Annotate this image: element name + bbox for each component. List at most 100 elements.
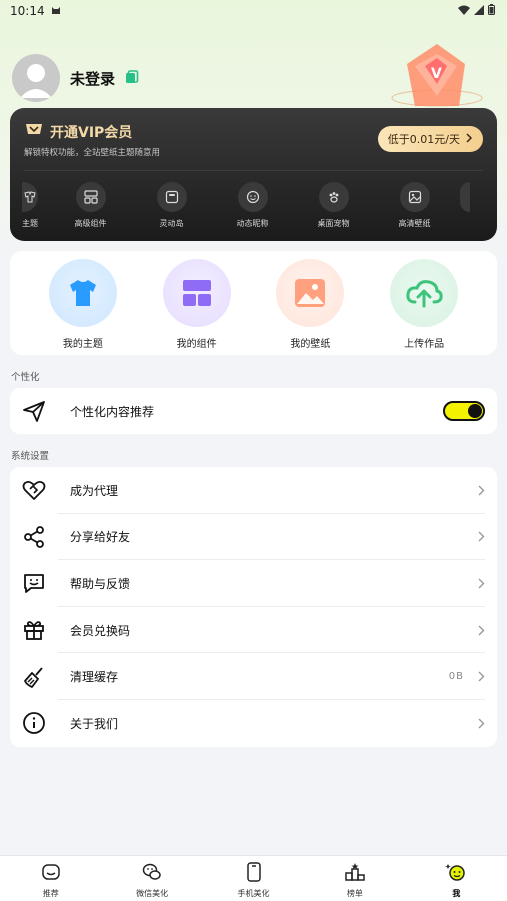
row-label: 帮助与反馈 [70,576,131,591]
vip-title: 开通VIP会员 [50,125,133,141]
home-smile-icon [41,862,61,886]
vip-feature-label: 主题 [22,219,38,228]
system-settings-card: 成为代理 分享给好友 帮助与反馈 会员兑换码 清理缓存 0B 关于我们 [10,467,497,747]
vip-feature-nickname[interactable]: 动态昵称 [212,182,293,234]
clear-cache-row[interactable]: 清理缓存 0B [10,653,497,700]
paw-icon [318,182,349,212]
vip-feature-label: 高清壁纸 [398,219,431,228]
share-friends-row[interactable]: 分享给好友 [10,514,497,561]
copy-icon[interactable] [125,69,139,88]
vip-feature-label: 高级组件 [74,219,107,228]
personalization-section-title: 个性化 [11,372,40,383]
my-wallpapers-label: 我的壁纸 [290,339,331,350]
image-icon [399,182,430,212]
vip-feature-theme[interactable]: 主题 [10,182,50,234]
my-works-panel: 我的主题 我的组件 我的壁纸 上传作品 [10,251,497,355]
tshirt-icon [48,259,117,327]
vip-feature-label: 桌面宠物 [317,219,350,228]
system-section-title: 系统设置 [11,451,50,462]
info-icon [22,711,46,735]
vip-feature-pet[interactable]: 桌面宠物 [293,182,374,234]
redeem-code-row[interactable]: 会员兑换码 [10,607,497,654]
row-label: 清理缓存 [70,670,119,685]
vip-feature-label: 动态昵称 [236,219,269,228]
broom-icon [22,665,46,689]
phone-icon [244,862,264,886]
chevron-right-icon [478,621,485,640]
me-face-icon [445,862,467,886]
row-label: 关于我们 [70,716,119,731]
nav-wechat[interactable]: 微信美化 [101,856,202,901]
signal-icon [474,4,484,18]
my-themes-label: 我的主题 [62,339,103,350]
chevron-right-icon [478,527,485,546]
personalization-toggle[interactable] [443,401,485,422]
bottom-nav: 推荐 微信美化 手机美化 榜单 我 [0,855,507,901]
vip-divider [24,170,483,171]
nav-label: 榜单 [346,889,363,898]
chevron-right-icon [478,574,485,593]
paper-plane-icon [22,399,46,423]
widget-grid-icon [162,259,231,327]
profile-header[interactable]: 未登录 [12,54,139,102]
upload-work-button[interactable]: 上传作品 [374,251,474,355]
nav-label: 推荐 [42,889,59,898]
vip-feature-wallpaper[interactable]: 高清壁纸 [374,182,455,234]
vip-feature-list: 主题 高级组件 灵动岛 动态昵称 桌面宠物 高清壁纸 [10,182,497,234]
heart-handshake-icon [22,478,46,502]
chevron-right-icon [478,667,485,686]
picture-icon [276,259,345,327]
vip-feature-partial [455,182,475,234]
vip-feature-widget[interactable]: 高级组件 [50,182,131,234]
status-time: 10:14 [10,4,45,18]
about-us-row[interactable]: 关于我们 [10,700,497,747]
nav-label: 手机美化 [237,889,270,898]
nav-ranking[interactable]: 榜单 [304,856,405,901]
nav-label: 我 [452,889,461,898]
personalization-card: 个性化内容推荐 [10,388,497,434]
share-icon [22,525,46,549]
podium-icon [345,862,365,886]
avatar[interactable] [12,54,60,102]
cache-size: 0B [448,671,464,683]
chevron-right-icon [478,714,485,733]
status-bar: 10:14 [0,0,507,22]
become-agent-row[interactable]: 成为代理 [10,467,497,514]
vip-diamond-decoration-icon: V [385,36,485,116]
personalization-row[interactable]: 个性化内容推荐 [10,388,497,435]
vip-description: 解锁特权功能，全站壁纸主题随意用 [24,148,161,158]
notification-cat-icon [51,4,61,18]
vip-card[interactable]: 开通VIP会员 解锁特权功能，全站壁纸主题随意用 低于0.01元/天 主题 高级… [10,108,497,241]
personalization-label: 个性化内容推荐 [70,404,155,419]
my-wallpapers-button[interactable]: 我的壁纸 [260,251,360,355]
svg-text:V: V [431,66,442,82]
wechat-icon [142,862,162,886]
vip-open-button[interactable]: 低于0.01元/天 [377,126,483,152]
row-label: 成为代理 [70,483,119,498]
smile-icon [237,182,268,212]
upload-work-label: 上传作品 [404,339,445,350]
wifi-icon [458,4,470,18]
nav-me[interactable]: 我 [406,856,507,901]
cloud-upload-icon [390,259,459,327]
island-icon [156,182,187,212]
widget-icon [75,182,106,212]
my-themes-button[interactable]: 我的主题 [33,251,133,355]
vip-crown-icon [24,122,44,142]
chevron-right-icon [465,132,473,146]
nav-phone[interactable]: 手机美化 [203,856,304,901]
vip-feature-island[interactable]: 灵动岛 [131,182,212,234]
nav-label: 微信美化 [136,889,169,898]
vip-button-label: 低于0.01元/天 [387,133,460,146]
username[interactable]: 未登录 [70,68,115,89]
row-label: 会员兑换码 [70,623,131,638]
gift-icon [22,618,46,642]
battery-icon [488,4,495,18]
feedback-icon [22,571,46,595]
my-widgets-button[interactable]: 我的组件 [147,251,247,355]
help-feedback-row[interactable]: 帮助与反馈 [10,560,497,607]
chevron-right-icon [478,481,485,500]
vip-feature-label: 灵动岛 [159,219,184,228]
row-label: 分享给好友 [70,530,131,545]
nav-recommend[interactable]: 推荐 [0,856,101,901]
